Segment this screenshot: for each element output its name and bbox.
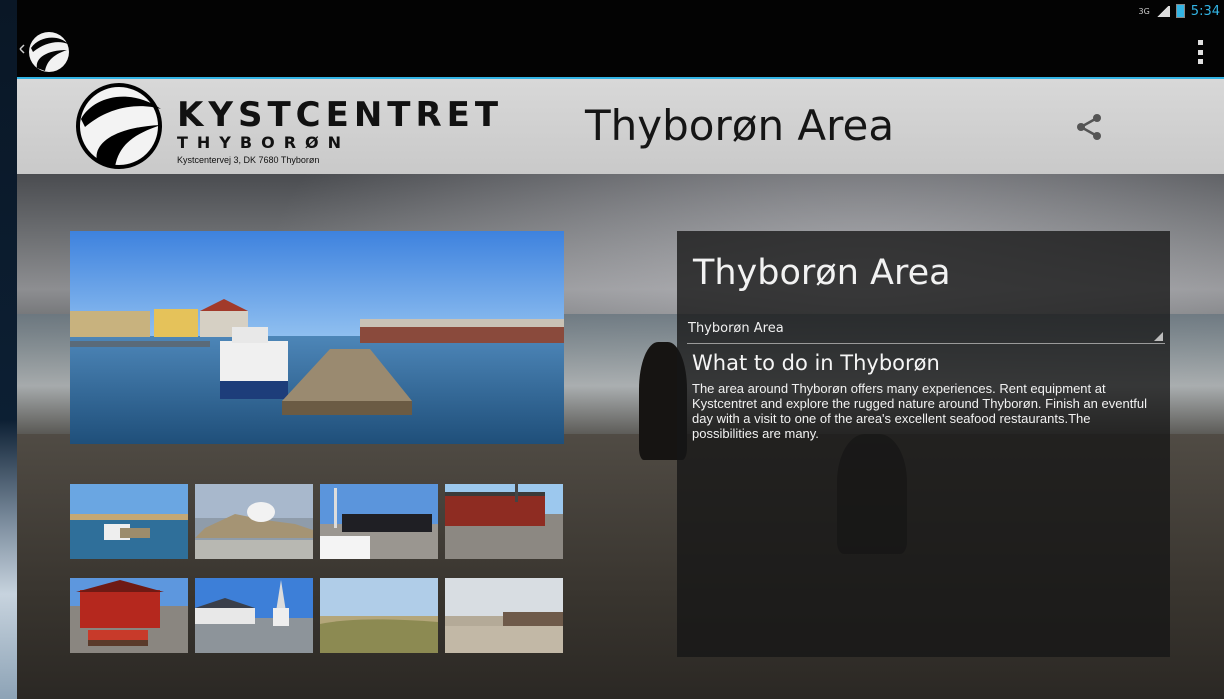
status-bar: 3G 5:34 <box>1080 0 1224 22</box>
overflow-menu-icon[interactable] <box>1198 40 1204 64</box>
gallery-thumbnail[interactable] <box>320 484 438 559</box>
share-icon[interactable] <box>1073 111 1105 143</box>
brand-name: KYSTCENTRET <box>177 95 504 135</box>
gallery-thumbnail[interactable] <box>70 484 188 559</box>
gallery-main-photo[interactable] <box>70 231 564 444</box>
page-title: Thyborøn Area <box>585 101 895 150</box>
app-logo-up-icon[interactable] <box>19 28 71 74</box>
gallery-thumbnail[interactable] <box>70 578 188 653</box>
network-label: 3G <box>1138 6 1150 16</box>
status-time: 5:34 <box>1190 3 1220 19</box>
gallery-thumbnail[interactable] <box>195 484 313 559</box>
area-spinner-value: Thyborøn Area <box>688 321 784 336</box>
signal-icon <box>1155 5 1170 17</box>
info-panel: Thyborøn Area Thyborøn Area What to do i… <box>677 231 1170 657</box>
gallery-thumbnail[interactable] <box>445 484 563 559</box>
section-description: The area around Thyborøn offers many exp… <box>692 381 1148 441</box>
header-banner: KYSTCENTRET THYBORØN Kystcentervej 3, DK… <box>17 79 1224 174</box>
gallery-thumbnail[interactable] <box>195 578 313 653</box>
section-heading: What to do in Thyborøn <box>692 351 940 375</box>
brand-subtitle: THYBORØN <box>177 133 350 152</box>
spinner-arrow-icon <box>1154 332 1163 341</box>
brand-address: Kystcentervej 3, DK 7680 Thyborøn <box>177 155 320 165</box>
desktop-left-edge <box>0 0 17 699</box>
area-spinner[interactable]: Thyborøn Area <box>687 319 1165 344</box>
action-bar: 3G 5:34 <box>17 0 1224 77</box>
battery-icon <box>1175 4 1185 18</box>
gallery-thumbnail[interactable] <box>320 578 438 653</box>
info-title: Thyborøn Area <box>693 253 951 293</box>
tablet-screen: 3G 5:34 KYSTCENTRET THYBORØN Kystcenterv… <box>17 0 1224 699</box>
gallery-thumbnail[interactable] <box>445 578 563 653</box>
kystcentret-logo-icon <box>76 83 162 169</box>
